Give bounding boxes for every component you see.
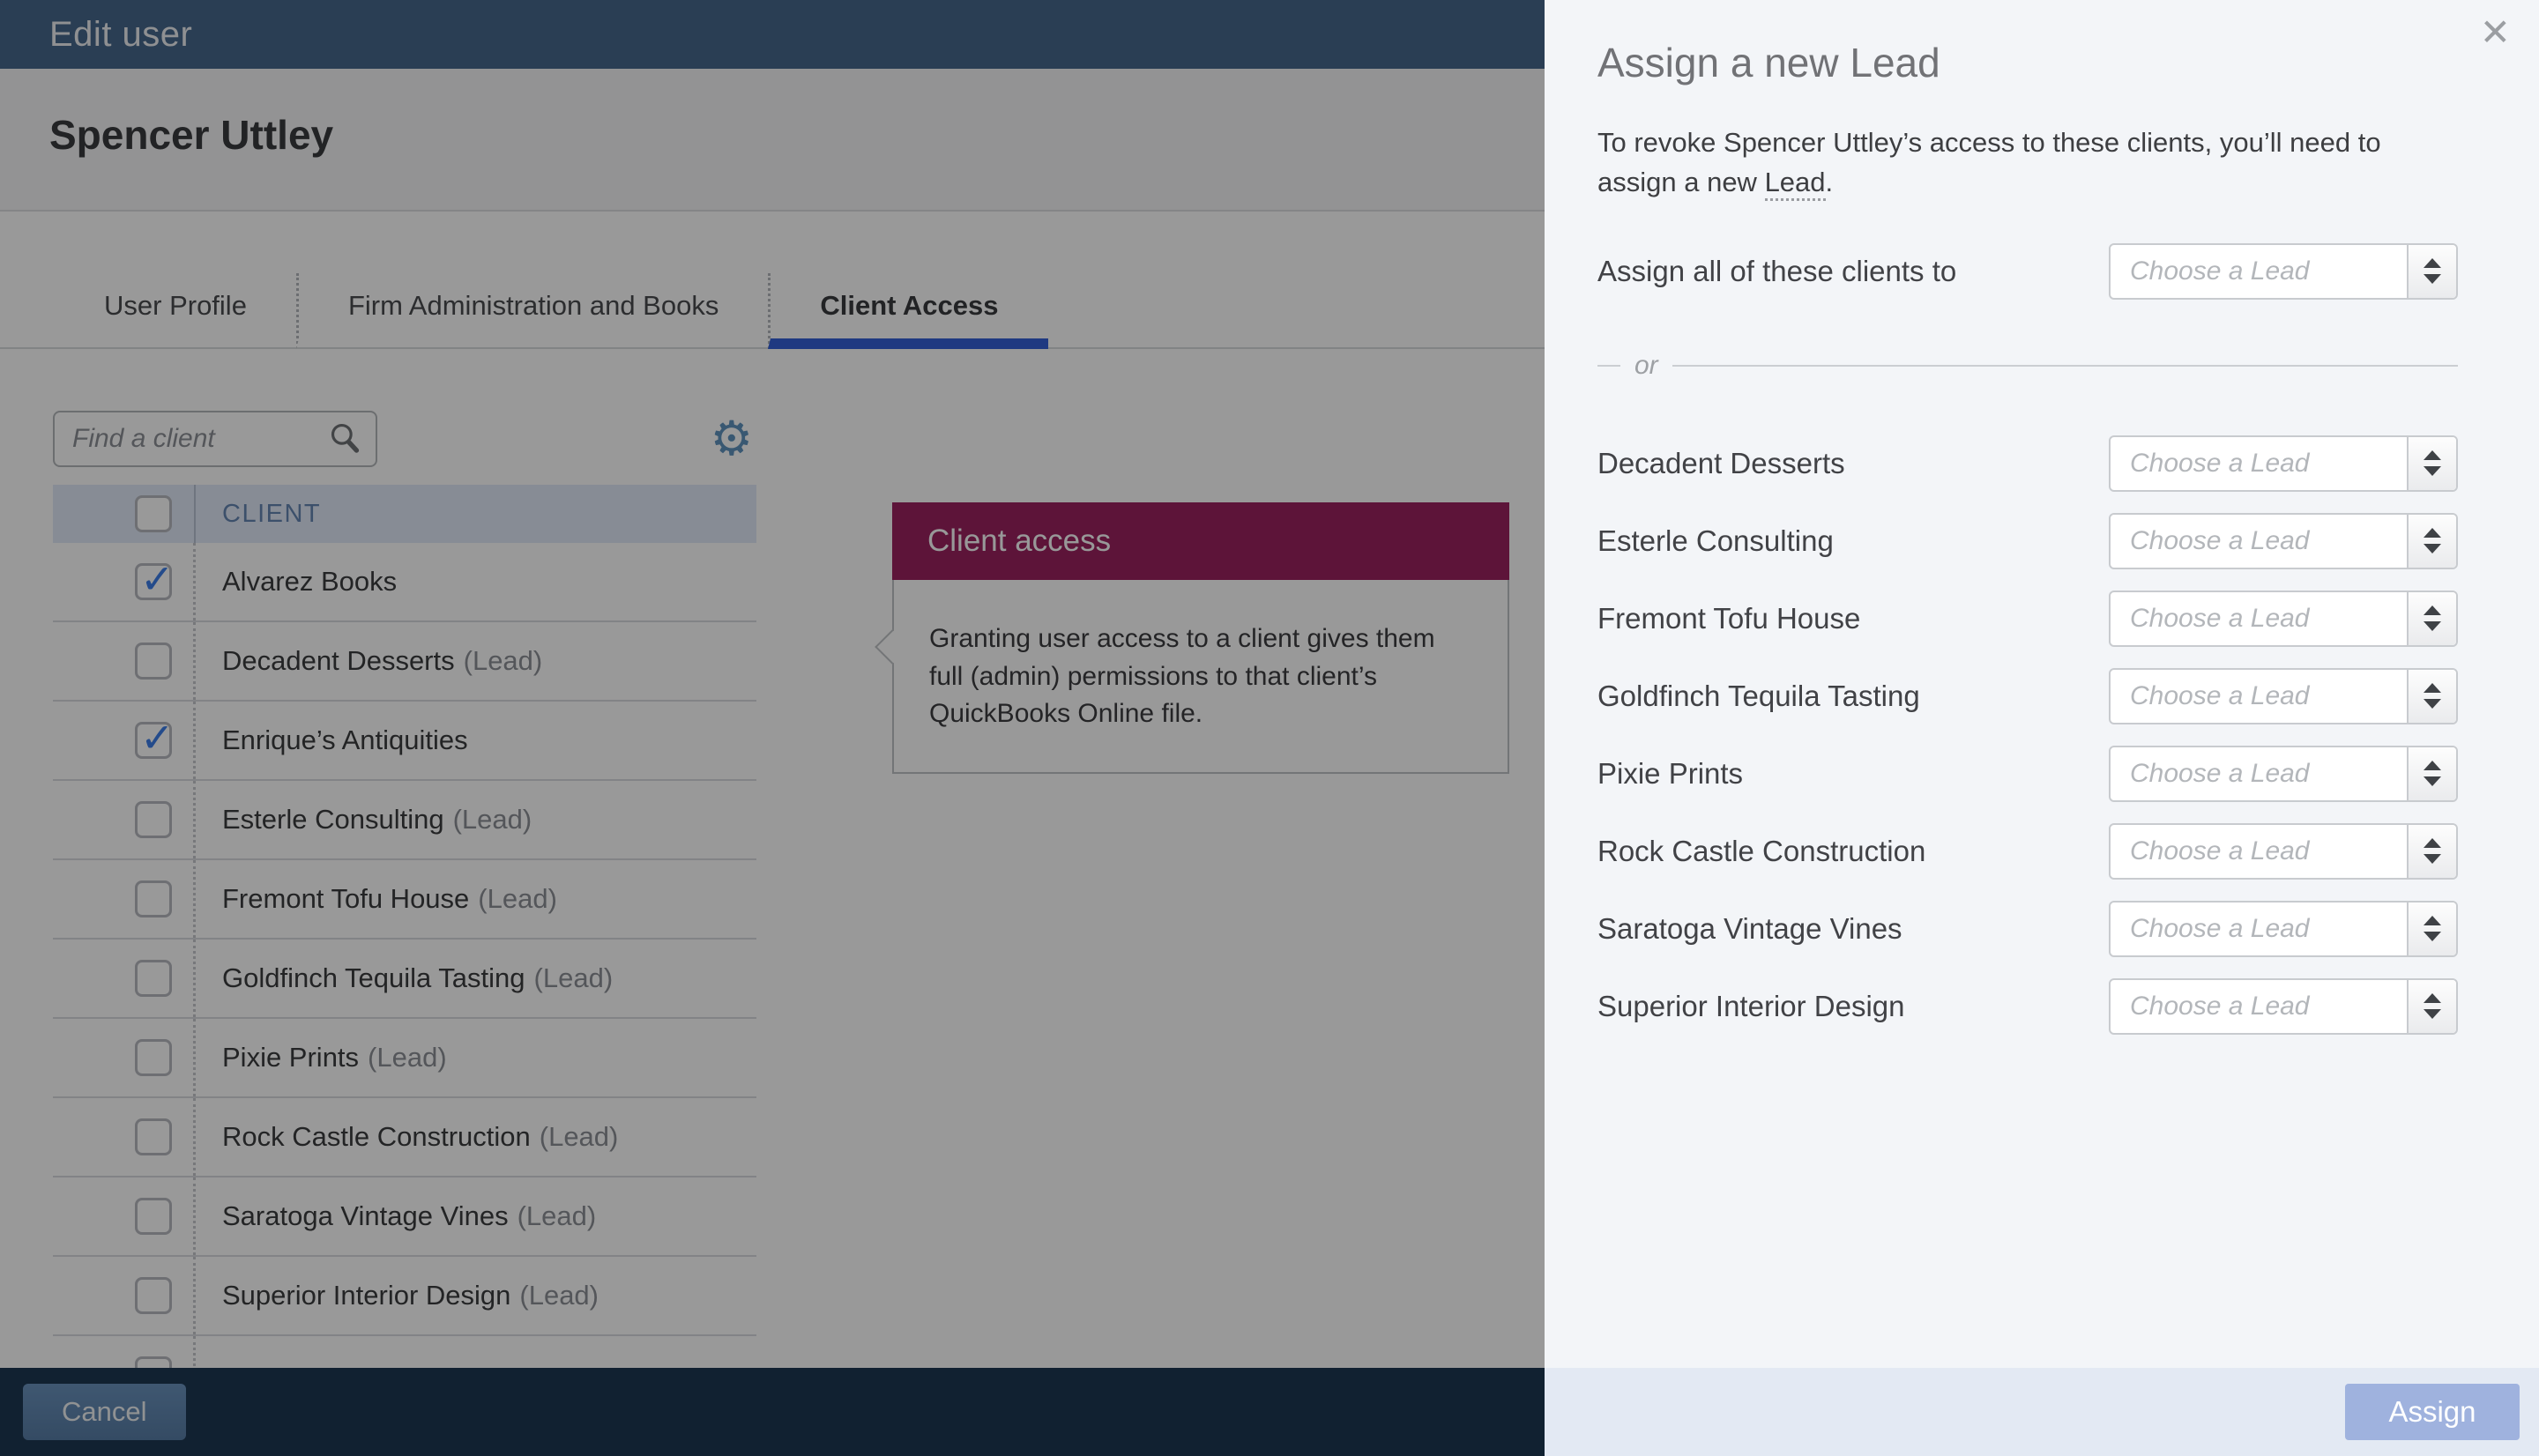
client-lead-row: Pixie Prints Choose a Lead xyxy=(1597,735,2458,813)
intro-period: . xyxy=(1826,167,1834,197)
arrow-down-icon xyxy=(2424,1009,2441,1019)
lead-select[interactable]: Choose a Lead xyxy=(2109,823,2458,880)
select-placeholder: Choose a Lead xyxy=(2111,747,2407,800)
client-lead-row: Superior Interior Design Choose a Lead xyxy=(1597,968,2458,1045)
client-name: Saratoga Vintage Vines xyxy=(1597,912,1902,946)
modal-dim-overlay xyxy=(0,0,1545,1456)
spinner-arrows-icon xyxy=(2407,980,2456,1033)
lead-select[interactable]: Choose a Lead xyxy=(2109,746,2458,802)
or-divider: or xyxy=(1597,351,2458,381)
client-lead-row: Goldfinch Tequila Tasting Choose a Lead xyxy=(1597,657,2458,735)
arrow-up-icon xyxy=(2424,528,2441,538)
assign-all-row: Assign all of these clients to Choose a … xyxy=(1597,243,2458,300)
select-placeholder: Choose a Lead xyxy=(2111,825,2407,878)
spinner-arrows-icon xyxy=(2407,592,2456,645)
client-name: Goldfinch Tequila Tasting xyxy=(1597,680,1920,713)
arrow-down-icon xyxy=(2424,854,2441,864)
arrow-down-icon xyxy=(2424,699,2441,709)
spinner-arrows-icon xyxy=(2407,903,2456,955)
client-lead-row: Decadent Desserts Choose a Lead xyxy=(1597,425,2458,502)
arrow-up-icon xyxy=(2424,993,2441,1003)
select-placeholder: Choose a Lead xyxy=(2111,245,2407,298)
arrow-up-icon xyxy=(2424,916,2441,925)
arrow-up-icon xyxy=(2424,683,2441,693)
lead-select[interactable]: Choose a Lead xyxy=(2109,668,2458,724)
intro-text: To revoke Spencer Uttley’s access to the… xyxy=(1597,127,2381,197)
arrow-down-icon xyxy=(2424,274,2441,284)
divider-line xyxy=(1672,365,2458,367)
spinner-arrows-icon xyxy=(2407,515,2456,568)
client-name: Esterle Consulting xyxy=(1597,524,1834,558)
spinner-arrows-icon xyxy=(2407,437,2456,490)
arrow-up-icon xyxy=(2424,258,2441,268)
lead-select[interactable]: Choose a Lead xyxy=(2109,978,2458,1035)
select-placeholder: Choose a Lead xyxy=(2111,592,2407,645)
lead-select[interactable]: Choose a Lead xyxy=(2109,513,2458,569)
spinner-arrows-icon xyxy=(2407,245,2456,298)
select-placeholder: Choose a Lead xyxy=(2111,670,2407,723)
arrow-up-icon xyxy=(2424,605,2441,615)
arrow-down-icon xyxy=(2424,932,2441,941)
lead-select[interactable]: Choose a Lead xyxy=(2109,435,2458,492)
client-lead-row: Rock Castle Construction Choose a Lead xyxy=(1597,813,2458,890)
panel-title: Assign a new Lead xyxy=(1597,39,2458,86)
arrow-down-icon xyxy=(2424,776,2441,786)
arrow-down-icon xyxy=(2424,621,2441,631)
client-lead-row: Esterle Consulting Choose a Lead xyxy=(1597,502,2458,580)
client-lead-row: Fremont Tofu House Choose a Lead xyxy=(1597,580,2458,657)
panel-footer: Assign xyxy=(1545,1368,2539,1456)
client-name: Pixie Prints xyxy=(1597,757,1743,791)
divider-dash xyxy=(1597,365,1620,367)
screen: Edit user Spencer Uttley User Profile Fi… xyxy=(0,0,2539,1456)
lead-select[interactable]: Choose a Lead xyxy=(2109,901,2458,957)
or-label: or xyxy=(1634,351,1658,381)
select-placeholder: Choose a Lead xyxy=(2111,437,2407,490)
assign-all-label: Assign all of these clients to xyxy=(1597,255,1956,288)
spinner-arrows-icon xyxy=(2407,747,2456,800)
arrow-down-icon xyxy=(2424,544,2441,553)
select-placeholder: Choose a Lead xyxy=(2111,980,2407,1033)
lead-select[interactable]: Choose a Lead xyxy=(2109,591,2458,647)
client-name: Rock Castle Construction xyxy=(1597,835,1925,868)
arrow-up-icon xyxy=(2424,761,2441,770)
arrow-up-icon xyxy=(2424,450,2441,460)
spinner-arrows-icon xyxy=(2407,670,2456,723)
client-name: Fremont Tofu House xyxy=(1597,602,1860,635)
arrow-down-icon xyxy=(2424,466,2441,476)
lead-term[interactable]: Lead xyxy=(1765,167,1826,201)
client-name: Superior Interior Design xyxy=(1597,990,1905,1023)
select-placeholder: Choose a Lead xyxy=(2111,515,2407,568)
arrow-up-icon xyxy=(2424,838,2441,848)
assign-lead-panel: ✕ Assign a new Lead To revoke Spencer Ut… xyxy=(1545,0,2539,1456)
per-client-lead-list: Decadent Desserts Choose a Lead Esterle … xyxy=(1597,425,2458,1045)
assign-button[interactable]: Assign xyxy=(2345,1384,2520,1440)
client-name: Decadent Desserts xyxy=(1597,447,1845,480)
panel-intro: To revoke Spencer Uttley’s access to the… xyxy=(1597,123,2435,203)
assign-all-lead-select[interactable]: Choose a Lead xyxy=(2109,243,2458,300)
select-placeholder: Choose a Lead xyxy=(2111,903,2407,955)
client-lead-row: Saratoga Vintage Vines Choose a Lead xyxy=(1597,890,2458,968)
close-icon[interactable]: ✕ xyxy=(2480,14,2511,51)
spinner-arrows-icon xyxy=(2407,825,2456,878)
